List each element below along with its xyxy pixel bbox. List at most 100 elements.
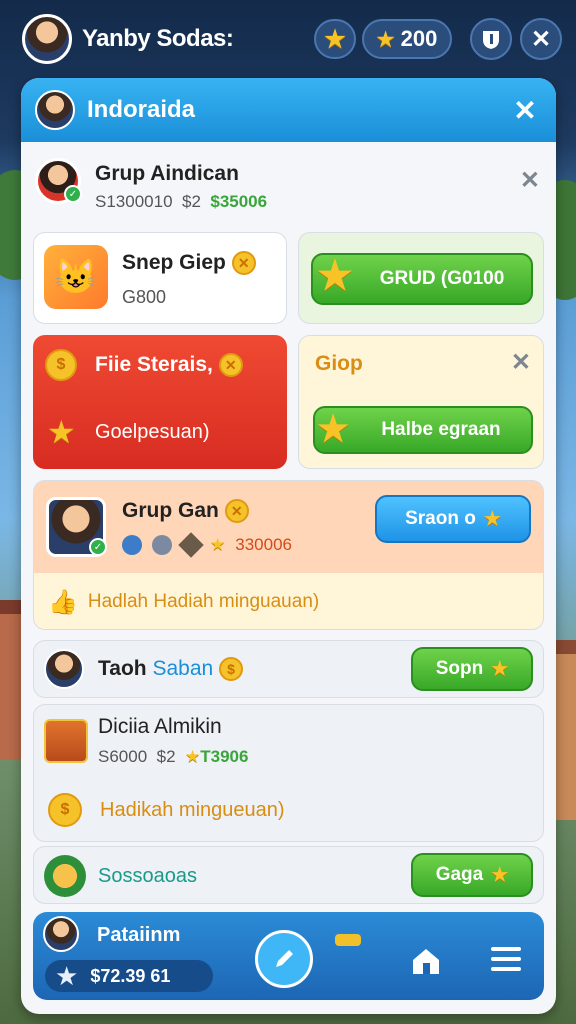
share-icon — [152, 535, 172, 555]
tanh-button[interactable]: Sopn ★ — [411, 647, 533, 691]
group-header-row[interactable]: ✓ Grup Aindican S1300010 $2 $35006 ✕ — [33, 152, 544, 222]
close-icon: ✕ — [530, 25, 552, 53]
grud-button-label: GRUD (G0100 — [379, 268, 505, 289]
tanh-button-label: Sopn — [435, 658, 484, 679]
sosso-row[interactable]: Sossoaoas Gaga ★ — [33, 846, 544, 904]
check-badge-icon: ✓ — [64, 185, 82, 203]
gift-icon — [44, 719, 88, 763]
group-stat-b: $2 — [181, 192, 201, 211]
balance-display[interactable]: ★ $72.39 61 — [45, 960, 213, 992]
sosso-title: Sossoaoas — [98, 865, 197, 887]
star-icon: ★ — [491, 658, 509, 680]
grup-gan-stats: ★ 330006 — [122, 532, 292, 558]
dicia-reward-label: Hadikah mingueuan) — [100, 799, 285, 821]
coin-count: 200 — [400, 26, 438, 51]
check-badge-icon: ✓ — [89, 538, 107, 556]
red-card-subtitle: Goelpesuan) — [95, 421, 210, 443]
star-icon: ★ — [483, 508, 501, 530]
panel-avatar — [35, 90, 75, 130]
snep-character-icon: 😺 — [44, 245, 108, 309]
group-stat-c: $35006 — [210, 192, 268, 211]
panel-close-button[interactable]: ✕ — [508, 94, 542, 127]
star-icon: ★ — [55, 960, 79, 991]
house-button[interactable] — [409, 944, 443, 983]
star-icon: ★ — [185, 747, 201, 766]
coin-icon: ✕ — [218, 353, 243, 378]
giop-card: Giop ✕ ★ Halbe egraan — [298, 335, 544, 469]
bottom-nav: Pataiinm ★ $72.39 61 — [33, 912, 544, 1000]
dicia-card[interactable]: Diciia Almikin S6000 $2 ★T3906 $ Hadikah… — [33, 704, 544, 842]
group-stats: S1300010 $2 $35006 — [95, 192, 267, 212]
balance-value: $72.39 61 — [90, 965, 171, 986]
red-offer-card[interactable]: $ Fiie Sterais, ✕ ★ Goelpesuan) — [33, 335, 287, 469]
panel-title: Indoraida — [87, 96, 196, 123]
close-button[interactable]: ✕ — [520, 18, 562, 60]
grup-gan-stat: 330006 — [235, 535, 292, 554]
main-panel: Indoraida ✕ ✓ Grup Aindican S1300010 $2 … — [21, 78, 556, 1014]
star-icon: ★ — [491, 864, 509, 886]
edit-button[interactable] — [255, 930, 313, 988]
grup-gan-reward-row[interactable]: 👍 Hadlah Hadiah minguauan) — [34, 573, 543, 629]
giop-button-label: Halbe egraan — [381, 419, 501, 440]
giop-button[interactable]: ★ Halbe egraan — [313, 406, 533, 454]
star-icon: ★ — [317, 408, 350, 449]
shield-coin-icon: $ — [48, 793, 82, 827]
coin-bag-icon: $ — [45, 349, 77, 381]
grup-gan-avatar: ✓ — [46, 497, 107, 557]
panel-header: Indoraida ✕ — [21, 78, 556, 142]
coin-icon: ✕ — [231, 251, 256, 276]
group-avatar: ✓ — [35, 158, 82, 204]
red-card-title: Fiie Sterais, ✕ — [95, 353, 243, 378]
group-dismiss-button[interactable]: ✕ — [520, 166, 540, 195]
dicia-title: Diciia Almikin — [98, 715, 222, 738]
group-stat-a: S1300010 — [95, 192, 173, 211]
grud-card: ★ GRUD (G0100 — [298, 232, 544, 324]
grup-gan-reward-label: Hadlah Hadiah minguauan) — [87, 591, 320, 612]
menu-button[interactable] — [489, 944, 523, 979]
giop-dismiss-button[interactable]: ✕ — [511, 348, 531, 377]
snep-card[interactable]: 😺 Snep Giep ✕ G800 — [33, 232, 287, 324]
star-icon: ★ — [317, 254, 353, 298]
star-button[interactable]: ★ — [314, 19, 356, 59]
grup-gan-title-text: Grup Gan — [122, 499, 219, 522]
player-name: Yanby Sodas: — [82, 25, 234, 52]
dicia-stat-b: $2 — [156, 747, 176, 766]
grud-button[interactable]: ★ GRUD (G0100 — [311, 253, 533, 305]
dicia-stat-a: S6000 — [98, 747, 148, 766]
tanh-row[interactable]: Taoh Saban $ Sopn ★ — [33, 640, 544, 698]
snep-title: Snep Giep ✕ — [122, 251, 256, 276]
snep-title-text: Snep Giep — [122, 251, 226, 274]
house-icon — [413, 949, 439, 974]
coin-icon: ✕ — [224, 499, 249, 524]
pencil-icon — [276, 950, 293, 967]
tanh-title: Taoh Saban $ — [98, 657, 244, 682]
tanh-title-b: Saban — [152, 657, 214, 680]
shield-icon — [483, 31, 499, 49]
coin-counter[interactable]: ★ 200 — [362, 19, 452, 59]
gear-icon — [178, 532, 204, 558]
ticket-icon[interactable] — [335, 934, 361, 946]
facebook-icon — [122, 535, 142, 555]
grup-gan-button[interactable]: Sraon o ★ — [375, 495, 531, 543]
grup-gan-button-label: Sraon o — [405, 508, 476, 529]
star-icon: ★ — [324, 25, 346, 53]
coin-icon: $ — [219, 657, 244, 682]
bottom-avatar — [43, 916, 79, 952]
tanh-avatar — [44, 649, 84, 689]
grup-gan-title: Grup Gan ✕ — [122, 499, 249, 524]
sosso-character-icon — [44, 855, 86, 897]
player-avatar[interactable] — [22, 14, 72, 64]
tanh-title-a: Taoh — [98, 657, 147, 680]
bottom-partial-title: Pataiinm — [97, 924, 181, 946]
shield-button[interactable] — [470, 18, 512, 60]
dicia-stats: S6000 $2 ★T3906 — [98, 747, 248, 767]
red-card-title-text: Fiie Sterais, — [95, 353, 213, 376]
top-bar: Yanby Sodas: ★ ★ 200 ✕ — [0, 0, 576, 78]
dicia-stat-c: T3906 — [200, 747, 249, 766]
giop-title: Giop — [315, 352, 363, 375]
group-title: Grup Aindican — [95, 162, 239, 185]
grup-gan-card[interactable]: ✓ Grup Gan ✕ ★ 330006 Sraon o ★ 👍 Hadlah… — [33, 480, 544, 630]
star-icon: ★ — [47, 414, 76, 450]
star-icon: ★ — [376, 28, 395, 51]
sosso-button[interactable]: Gaga ★ — [411, 853, 533, 897]
